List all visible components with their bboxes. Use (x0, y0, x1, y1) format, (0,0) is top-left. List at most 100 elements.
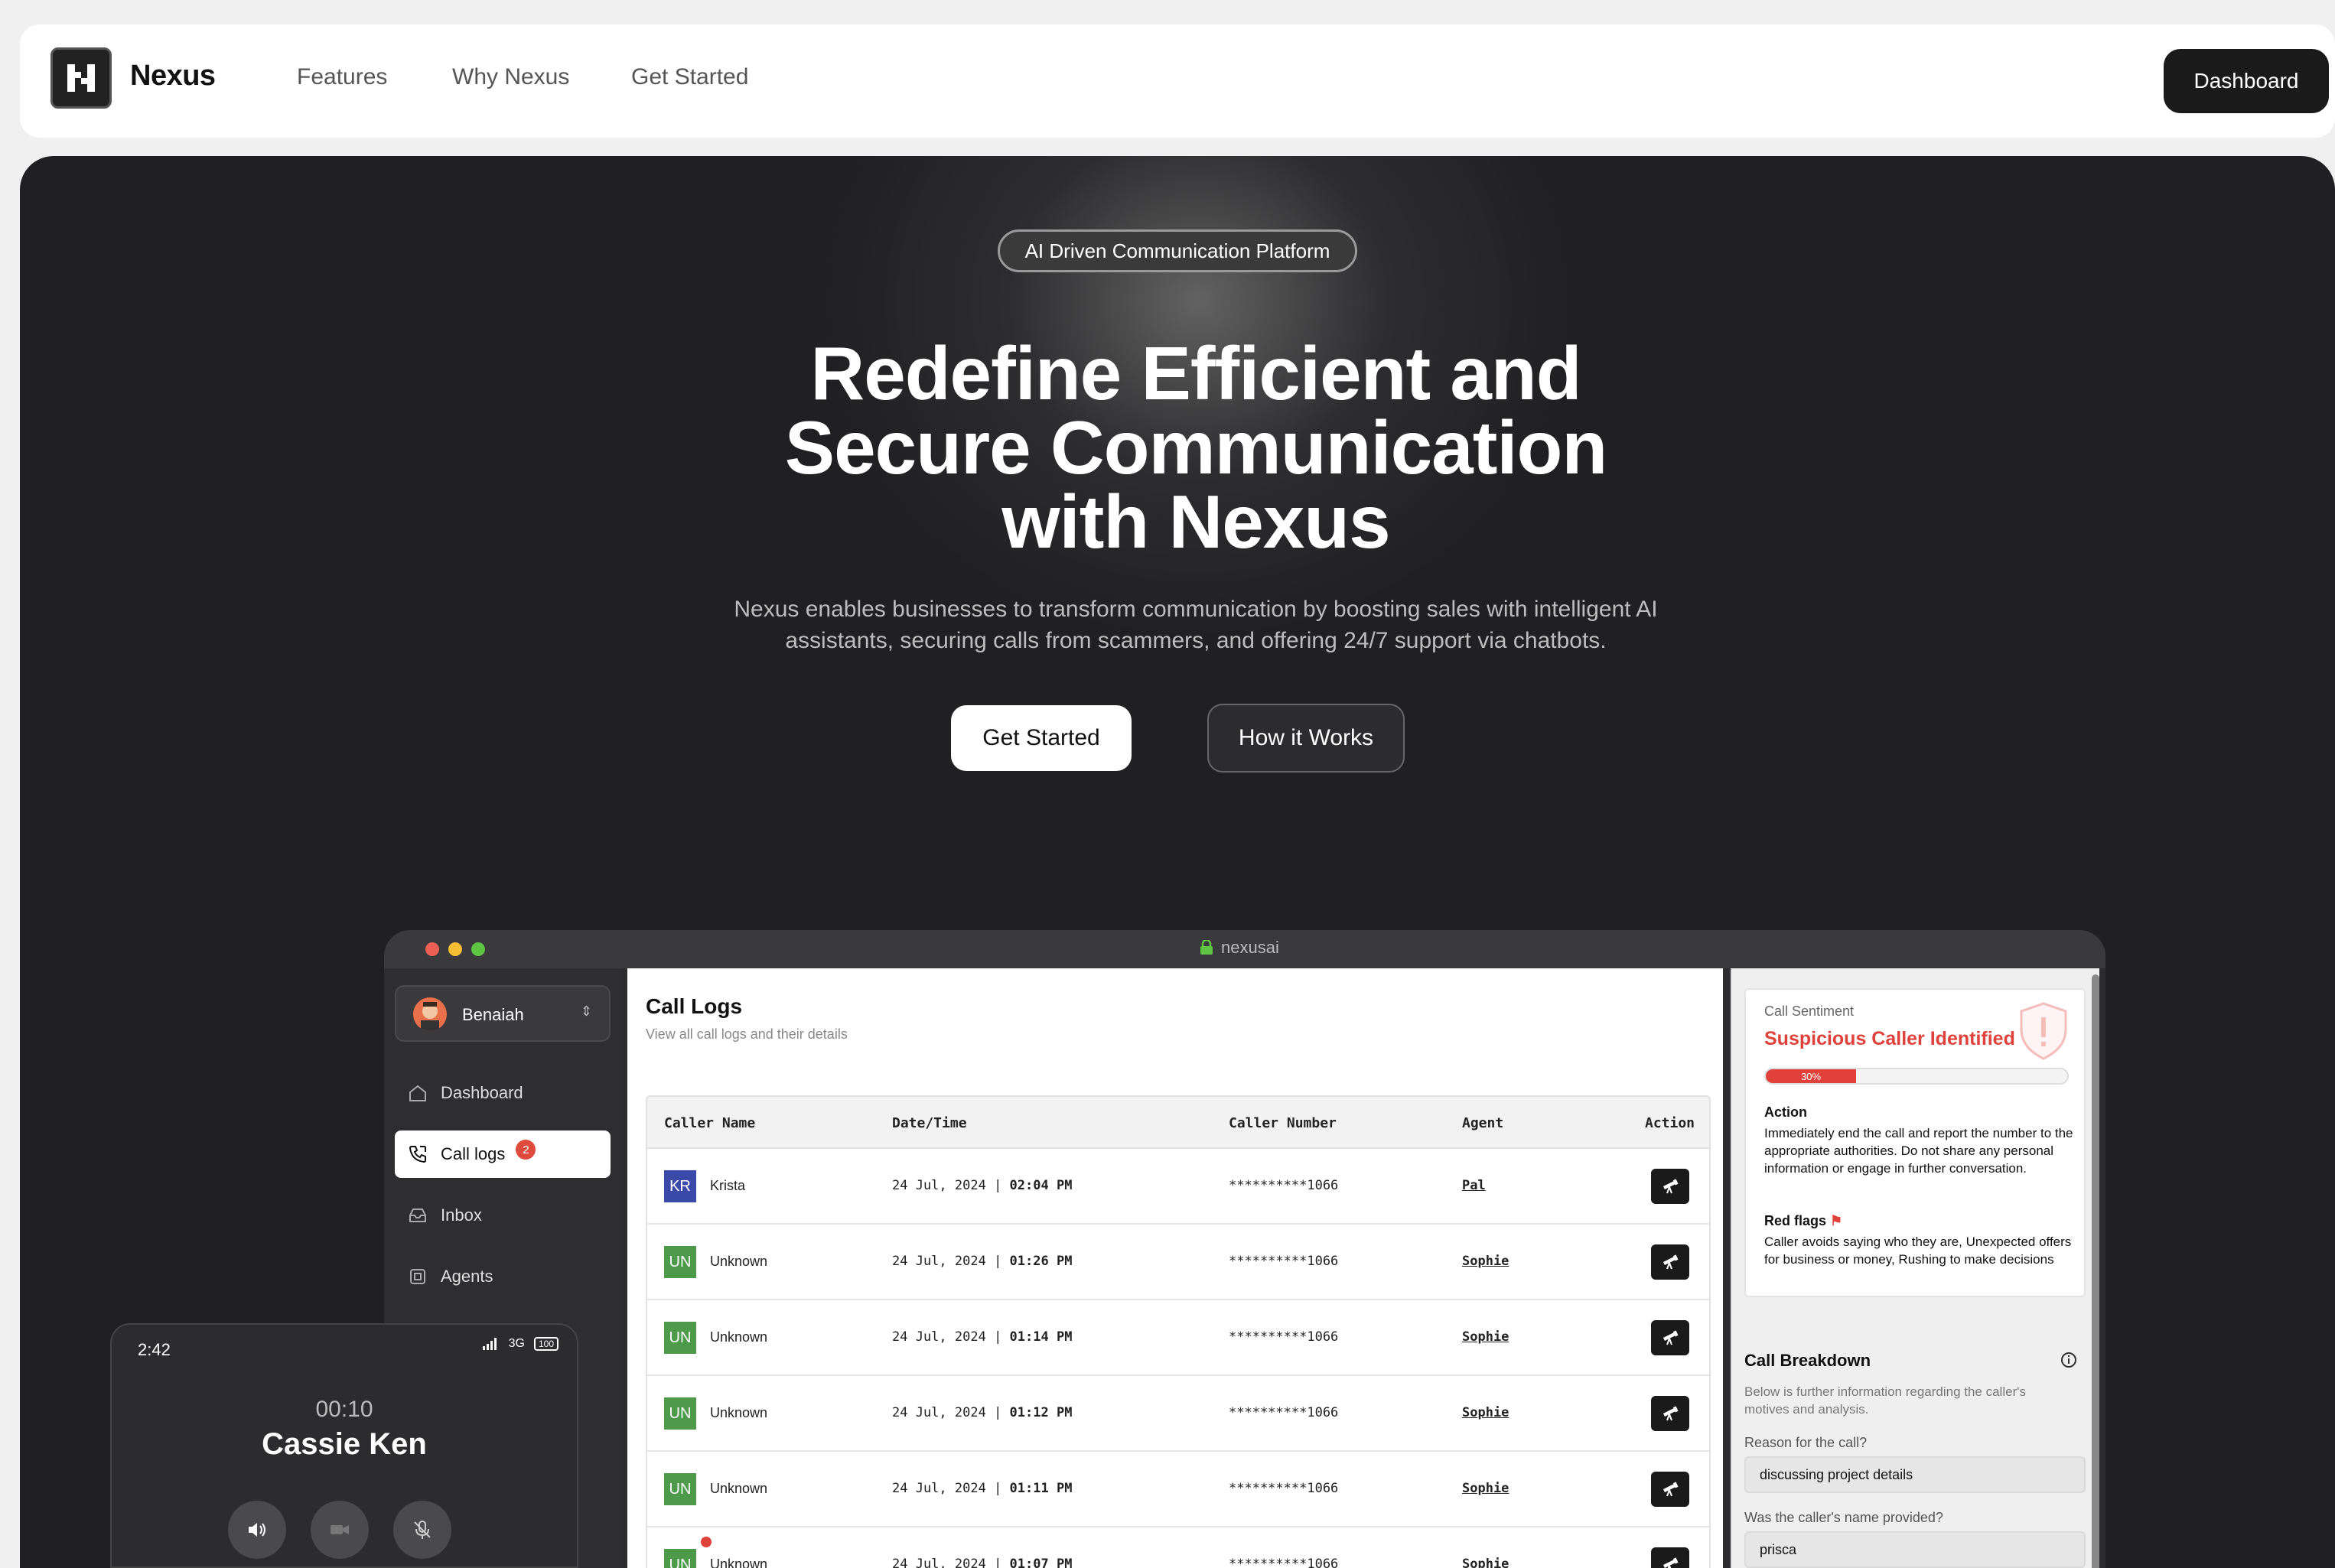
caller-initials-avatar: UN (664, 1549, 696, 1568)
speaker-button[interactable] (228, 1501, 286, 1559)
window-titlebar: nexusai (384, 930, 2105, 968)
view-details-button[interactable] (1651, 1320, 1689, 1355)
date-time-cell: 24 Jul, 2024 | 02:04 PM (892, 1178, 1073, 1193)
table-row[interactable]: UN Unknown 24 Jul, 2024 | 01:26 PM ********… (647, 1225, 1709, 1300)
headline-line-2: Secure Communication (784, 405, 1608, 490)
agent-link[interactable]: Sophie (1462, 1405, 1509, 1420)
sidebar-item-dashboard[interactable]: Dashboard (395, 1069, 611, 1117)
shield-alert-icon (2020, 1002, 2067, 1060)
table-row[interactable]: UN Unknown 24 Jul, 2024 | 01:07 PM ********… (647, 1527, 1709, 1568)
logo[interactable] (50, 47, 112, 109)
nav-link-features[interactable]: Features (297, 64, 387, 90)
table-row[interactable]: UN Unknown 24 Jul, 2024 | 01:11 PM ********… (647, 1452, 1709, 1527)
nav-link-get-started[interactable]: Get Started (631, 64, 748, 90)
signal-icon (482, 1338, 497, 1350)
maximize-dot-icon (471, 942, 485, 956)
column-header-action: Action (1645, 1115, 1695, 1131)
caller-name-cell: Krista (710, 1178, 746, 1193)
call-time: 01:26 PM (1009, 1254, 1073, 1269)
column-header-caller-number[interactable]: Caller Number (1229, 1115, 1337, 1131)
speaker-icon (249, 1523, 265, 1537)
table-row[interactable]: UN Unknown 24 Jul, 2024 | 01:14 PM ********… (647, 1300, 1709, 1376)
sidebar-item-agents[interactable]: Agents (395, 1253, 611, 1300)
agent-link[interactable]: Sophie (1462, 1557, 1509, 1568)
breakdown-title: Call Breakdown (1744, 1351, 1871, 1370)
action-heading: Action (1764, 1104, 1807, 1120)
telescope-icon (1663, 1482, 1679, 1497)
sidebar-item-label: Call logs (441, 1144, 506, 1163)
user-name: Benaiah (462, 1005, 524, 1024)
sidebar-item-inbox[interactable]: Inbox (395, 1192, 611, 1239)
column-header-agent[interactable]: Agent (1462, 1115, 1503, 1131)
agent-link[interactable]: Sophie (1462, 1254, 1509, 1269)
call-logs-panel: Call Logs View all call logs and their d… (627, 968, 1723, 1568)
call-date: 24 Jul, 2024 (892, 1405, 986, 1420)
how-it-works-button[interactable]: How it Works (1207, 704, 1405, 773)
minimize-dot-icon (448, 942, 462, 956)
table-row[interactable]: UN Unknown 24 Jul, 2024 | 01:12 PM ********… (647, 1376, 1709, 1452)
view-details-button[interactable] (1651, 1169, 1689, 1204)
call-detail-panel: Call Sentiment Suspicious Caller Identif… (1731, 968, 2099, 1568)
sidebar-item-label: Inbox (441, 1205, 482, 1225)
phone-call-card: 2:42 3G 100 00:10 Cassie Ken (110, 1323, 578, 1568)
hero-subtitle: Nexus enables businesses to transform co… (734, 597, 1658, 653)
caller-initials-avatar: UN (664, 1473, 696, 1505)
view-details-button[interactable] (1651, 1547, 1689, 1568)
inbox-icon (409, 1209, 426, 1222)
video-button[interactable] (311, 1501, 369, 1559)
battery-icon: 100 (533, 1337, 559, 1351)
caller-name-field: prisca (1744, 1531, 2086, 1568)
date-time-cell: 24 Jul, 2024 | 01:26 PM (892, 1254, 1073, 1269)
table-row[interactable]: KR Krista 24 Jul, 2024 | 02:04 PM *********… (647, 1149, 1709, 1225)
red-flags-text: Caller avoids saying who they are, Unexp… (1764, 1235, 2072, 1267)
red-flags-heading: Red flags ⚑ (1764, 1213, 1842, 1229)
call-date: 24 Jul, 2024 (892, 1178, 986, 1193)
telescope-icon (1663, 1179, 1679, 1194)
sidebar-item-label: Dashboard (441, 1083, 523, 1102)
sidebar-item-call-logs[interactable]: Call logs 2 (395, 1130, 611, 1178)
sentiment-card: Call Sentiment Suspicious Caller Identif… (1744, 988, 2086, 1297)
lock-icon (1200, 940, 1213, 955)
phone-status-bar: 3G 100 (482, 1337, 559, 1351)
agent-link[interactable]: Sophie (1462, 1329, 1509, 1345)
call-time: 01:07 PM (1009, 1557, 1073, 1568)
date-time-cell: 24 Jul, 2024 | 01:07 PM (892, 1557, 1072, 1568)
nav-link-why-nexus[interactable]: Why Nexus (452, 64, 569, 90)
column-header-caller-name[interactable]: Caller Name (664, 1115, 755, 1131)
info-icon[interactable] (2060, 1351, 2078, 1369)
headline-line-3: with Nexus (1001, 480, 1390, 564)
caller-name-cell: Unknown (710, 1254, 768, 1269)
view-details-button[interactable] (1651, 1472, 1689, 1507)
question-reason-label: Reason for the call? (1744, 1435, 1868, 1450)
agent-link[interactable]: Sophie (1462, 1481, 1509, 1496)
panel-scrollbar[interactable] (2092, 974, 2099, 1568)
sentiment-value: Suspicious Caller Identified (1764, 1028, 2015, 1049)
app-window-mockup: nexusai Benaiah ⇕ Dashboard Call logs 2 (384, 930, 2105, 1568)
phone-clock: 2:42 (138, 1340, 171, 1359)
brand-name[interactable]: Nexus (130, 60, 216, 93)
column-header-date-time[interactable]: Date/Time (892, 1115, 967, 1131)
notification-badge: 2 (516, 1140, 536, 1160)
call-time: 01:12 PM (1009, 1405, 1073, 1420)
mute-button[interactable] (393, 1501, 451, 1559)
view-details-button[interactable] (1651, 1396, 1689, 1431)
caller-name: Cassie Ken (262, 1427, 427, 1461)
caller-number-cell: **********1066 (1229, 1329, 1339, 1345)
page-subtitle: View all call logs and their details (646, 1026, 848, 1042)
chevron-up-down-icon: ⇕ (580, 1004, 592, 1019)
get-started-button[interactable]: Get Started (951, 705, 1132, 771)
caller-name-cell: Unknown (710, 1557, 768, 1568)
caller-name-cell: Unknown (710, 1405, 768, 1420)
user-switcher[interactable]: Benaiah ⇕ (395, 985, 611, 1042)
call-date: 24 Jul, 2024 (892, 1329, 986, 1345)
red-flag-icon: ⚑ (1830, 1213, 1843, 1228)
caller-number-cell: **********1066 (1229, 1178, 1339, 1193)
avatar (413, 997, 447, 1031)
view-details-button[interactable] (1651, 1244, 1689, 1280)
agent-link[interactable]: Pal (1462, 1178, 1486, 1193)
telescope-icon (1663, 1557, 1679, 1568)
caller-initials-avatar: UN (664, 1397, 696, 1430)
caller-name-cell: Unknown (710, 1481, 768, 1496)
dashboard-button[interactable]: Dashboard (2164, 49, 2329, 113)
telescope-icon (1663, 1254, 1679, 1270)
